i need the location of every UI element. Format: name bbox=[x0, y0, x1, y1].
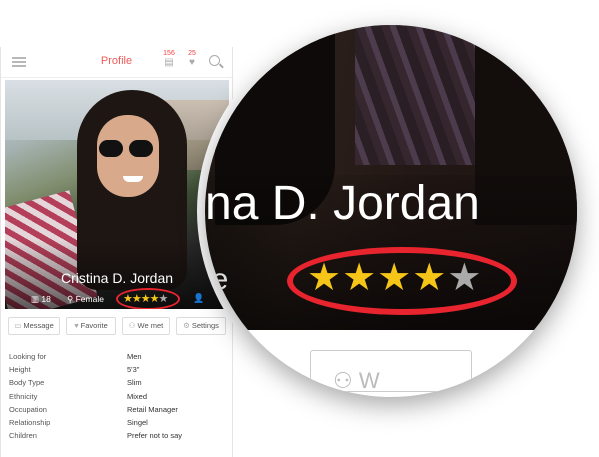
zoomed-button-label: ⚇ W bbox=[333, 368, 380, 393]
likes-count: 25 bbox=[188, 50, 196, 57]
we-met-button[interactable]: ⚇ We met bbox=[122, 317, 170, 335]
message-button[interactable]: ▭ Message bbox=[8, 317, 60, 335]
profile-details: Looking for Men Height 5'3" Body Type Slim … bbox=[9, 352, 224, 444]
profile-photo: Cristina D. Jordan ▥ 18 ⚲ Female ★★★★★ 👤 bbox=[5, 80, 229, 309]
message-icon: ▭ bbox=[14, 321, 22, 330]
zoomed-gender: le bbox=[205, 263, 229, 296]
chat-icon: ▤ bbox=[164, 57, 174, 68]
profile-meta: ▥ 18 ⚲ Female ★★★★★ 👤 bbox=[5, 288, 229, 309]
detail-row: Occupation Retail Manager bbox=[9, 404, 178, 414]
zoom-magnifier: na D. Jordan le ★★★★★ ⚇ W bbox=[205, 25, 577, 397]
phone-screen: Profile 156 ▤ 25 ♥ Cristina D. Jordan ▥ … bbox=[0, 47, 233, 457]
gear-icon: ⚙ bbox=[183, 321, 190, 330]
action-bar: ▭Message ♥Favorite ⚇We met ⚙Settings bbox=[5, 317, 229, 337]
top-bar: Profile 156 ▤ 25 ♥ bbox=[1, 47, 232, 78]
heart-icon: ♥ bbox=[74, 321, 79, 330]
heart-icon: ♥ bbox=[189, 57, 195, 68]
detail-row: Ethnicity Mixed bbox=[9, 391, 148, 401]
people-icon: ⚇ bbox=[128, 321, 136, 330]
likes-counter[interactable]: 25 ♥ bbox=[184, 50, 200, 68]
detail-row: Looking for Men bbox=[9, 352, 142, 361]
messages-counter[interactable]: 156 ▤ bbox=[161, 50, 177, 68]
zoomed-highlight-ring bbox=[287, 247, 517, 315]
detail-row: Height 5'3" bbox=[9, 365, 140, 375]
detail-row: Children Prefer not to say bbox=[9, 431, 183, 441]
detail-row: Relationship Singel bbox=[9, 417, 148, 427]
age-label: ▥ 18 bbox=[31, 294, 51, 304]
profile-name: Cristina D. Jordan bbox=[60, 270, 174, 286]
detail-row: Body Type Slim bbox=[9, 378, 142, 388]
person-icon[interactable]: 👤 bbox=[193, 293, 204, 304]
zoomed-photo: na D. Jordan le ★★★★★ bbox=[205, 25, 577, 330]
messages-count: 156 bbox=[163, 50, 175, 57]
favorite-button[interactable]: ♥ Favorite bbox=[66, 317, 116, 335]
highlight-ring bbox=[116, 288, 180, 309]
zoomed-name: na D. Jordan bbox=[205, 177, 480, 230]
gender-label: ⚲ Female bbox=[67, 294, 104, 304]
